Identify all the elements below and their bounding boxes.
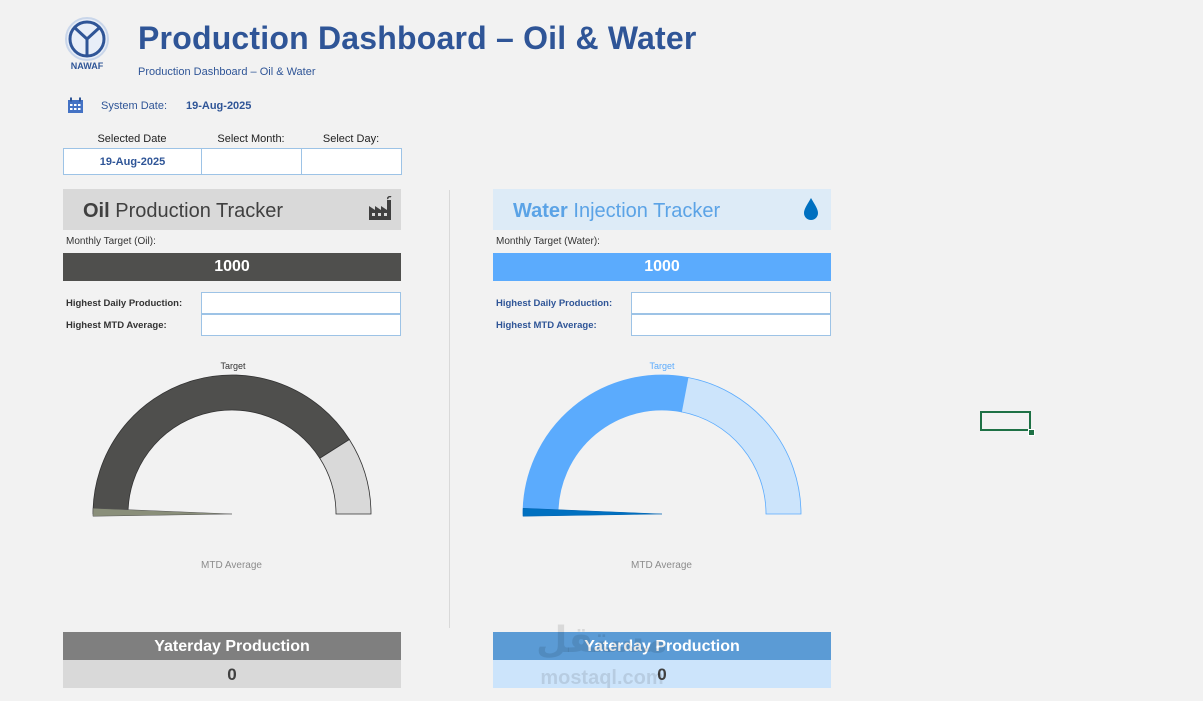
oil-target-value: 1000	[63, 253, 401, 281]
water-tracker-header: Water Injection Tracker	[493, 189, 831, 230]
section-divider	[449, 190, 450, 628]
selected-date-label: Selected Date	[97, 133, 167, 145]
system-date-label: System Date:	[101, 100, 168, 112]
oil-highest-mtd-label: Highest MTD Average:	[66, 320, 167, 331]
nawaf-logo: NAWAF	[65, 17, 109, 71]
water-yesterday-value: 0	[493, 660, 831, 688]
water-target-label: Monthly Target (Water):	[496, 236, 600, 247]
oil-tracker-header: Oil Production Tracker	[63, 189, 401, 230]
water-target-value: 1000	[493, 253, 831, 281]
factory-icon	[369, 196, 392, 220]
logo-text: NAWAF	[71, 61, 104, 71]
oil-gauge	[92, 374, 372, 517]
water-highest-daily-label: Highest Daily Production:	[496, 298, 613, 309]
oil-gauge-target-arc	[92, 374, 350, 515]
water-highest-mtd-label: Highest MTD Average:	[496, 320, 597, 331]
page-title: Production Dashboard – Oil & Water	[138, 20, 697, 56]
fill-handle[interactable]	[1028, 429, 1035, 436]
oil-title-rest: Production Tracker	[109, 200, 284, 222]
oil-title-bold: Oil	[83, 200, 110, 222]
water-yesterday-label: Yaterday Production	[493, 632, 831, 660]
oil-gauge-needle	[92, 507, 233, 517]
oil-mtd-average-label: MTD Average	[201, 560, 262, 571]
water-title-rest: Injection Tracker	[567, 200, 721, 222]
oil-yesterday-value: 0	[63, 660, 401, 688]
calendar-icon	[68, 97, 83, 113]
system-date-value: 19-Aug-2025	[186, 100, 252, 112]
water-drop-icon	[804, 198, 818, 220]
water-mtd-average-label: MTD Average	[631, 560, 692, 571]
select-month-field[interactable]	[201, 148, 302, 175]
oil-yesterday-label: Yaterday Production	[63, 632, 401, 660]
select-day-label: Select Day:	[322, 133, 380, 145]
water-gauge-remaining-arc	[681, 376, 802, 515]
water-gauge-target-arc	[522, 374, 689, 515]
water-highest-mtd-field[interactable]	[631, 314, 831, 336]
select-month-label: Select Month:	[217, 133, 285, 145]
water-title-bold: Water	[513, 200, 568, 222]
water-gauge	[522, 374, 802, 517]
page-subtitle: Production Dashboard – Oil & Water	[138, 66, 316, 78]
oil-target-label: Monthly Target (Oil):	[66, 236, 156, 247]
select-day-field[interactable]	[301, 148, 402, 175]
oil-highest-mtd-field[interactable]	[201, 314, 401, 336]
selected-date-field[interactable]: 19-Aug-2025	[63, 148, 202, 175]
oil-highest-daily-field[interactable]	[201, 292, 401, 314]
water-highest-daily-field[interactable]	[631, 292, 831, 314]
oil-highest-daily-label: Highest Daily Production:	[66, 298, 183, 309]
selected-cell[interactable]	[980, 411, 1031, 431]
water-gauge-needle	[522, 507, 663, 517]
